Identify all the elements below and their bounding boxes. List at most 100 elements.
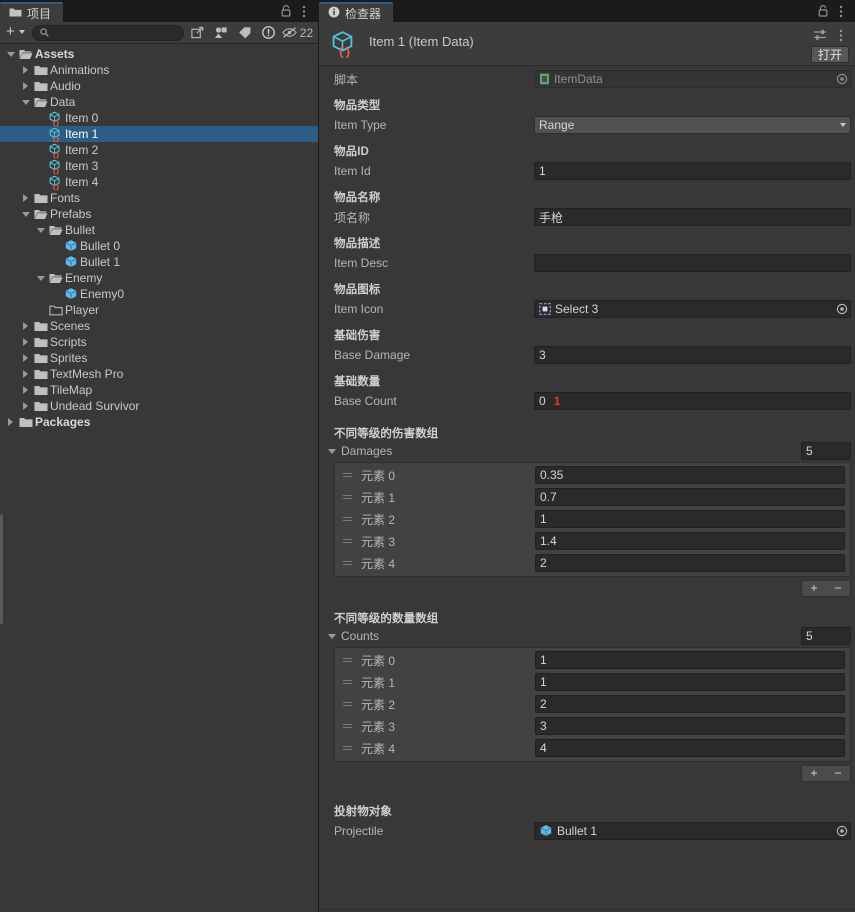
chevron-right-icon[interactable] <box>19 382 32 398</box>
drag-handle-icon[interactable] <box>339 658 355 662</box>
tab-project[interactable]: 项目 <box>0 2 64 23</box>
tree-item-player[interactable]: Player <box>0 302 318 318</box>
warning-filter-icon[interactable] <box>259 24 278 41</box>
tree-item-audio[interactable]: Audio <box>0 78 318 94</box>
create-asset-button[interactable]: + <box>3 24 28 41</box>
tree-item-sprites[interactable]: Sprites <box>0 350 318 366</box>
array-header-damages[interactable]: Damages 5 <box>319 442 855 460</box>
drag-handle-icon[interactable] <box>339 746 355 750</box>
chevron-right-icon[interactable] <box>19 350 32 366</box>
array-remove-button[interactable]: − <box>826 766 850 781</box>
tree-item-undead-survivor[interactable]: Undead Survivor <box>0 398 318 414</box>
object-picker-icon[interactable] <box>833 823 850 839</box>
filter-by-label-icon[interactable] <box>235 24 255 41</box>
array-element-field[interactable]: 1.4 <box>535 532 845 550</box>
search-input[interactable] <box>52 26 195 39</box>
array-list-counts: 元素 0 1 元素 1 1 元素 2 2 元素 3 3 元素 4 4 <box>334 647 851 762</box>
chevron-down-icon[interactable] <box>34 270 47 286</box>
array-add-button[interactable]: + <box>802 766 826 781</box>
drag-handle-icon[interactable] <box>339 680 355 684</box>
tree-item-animations[interactable]: Animations <box>0 62 318 78</box>
array-element-field[interactable]: 2 <box>535 554 845 572</box>
tree-item-item-4[interactable]: Item 4 <box>0 174 318 190</box>
array-element-field[interactable]: 0.35 <box>535 466 845 484</box>
chevron-down-icon[interactable] <box>19 94 32 110</box>
tree-item-enemy0[interactable]: Enemy0 <box>0 286 318 302</box>
array-add-button[interactable]: + <box>802 581 826 596</box>
lock-icon[interactable] <box>815 3 831 19</box>
text-field-项名称[interactable]: 手枪 <box>534 208 851 226</box>
chevron-down-icon[interactable] <box>34 222 47 238</box>
array-element-field[interactable]: 4 <box>535 739 845 757</box>
tab-inspector[interactable]: 检查器 <box>319 2 394 23</box>
kebab-menu-icon[interactable] <box>296 3 312 19</box>
chevron-right-icon[interactable] <box>19 78 32 94</box>
tree-item-fonts[interactable]: Fonts <box>0 190 318 206</box>
array-size-field[interactable]: 5 <box>801 627 851 645</box>
text-field-item-id[interactable]: 1 <box>534 162 851 180</box>
object-field-projectile[interactable]: Bullet 1 <box>534 822 851 840</box>
drag-handle-icon[interactable] <box>339 724 355 728</box>
tree-scrollbar[interactable] <box>0 514 3 624</box>
array-remove-button[interactable]: − <box>826 581 850 596</box>
chevron-down-icon[interactable] <box>19 206 32 222</box>
text-field-item-desc[interactable] <box>534 254 851 272</box>
array-size-field[interactable]: 5 <box>801 442 851 460</box>
tree-item-scripts[interactable]: Scripts <box>0 334 318 350</box>
kebab-menu-icon[interactable] <box>833 3 849 19</box>
tree-item-assets[interactable]: Assets <box>0 46 318 62</box>
chevron-right-icon[interactable] <box>19 366 32 382</box>
kebab-menu-icon[interactable] <box>833 27 849 43</box>
tree-item-item-0[interactable]: Item 0 <box>0 110 318 126</box>
array-element-field[interactable]: 0.7 <box>535 488 845 506</box>
tree-item-scenes[interactable]: Scenes <box>0 318 318 334</box>
text-field-base-damage[interactable]: 3 <box>534 346 851 364</box>
drag-handle-icon[interactable] <box>339 561 355 565</box>
text-field-base-count[interactable]: 0 1 <box>534 392 851 410</box>
open-button[interactable]: 打开 <box>810 46 849 63</box>
chevron-right-icon[interactable] <box>19 318 32 334</box>
array-header-counts[interactable]: Counts 5 <box>319 627 855 645</box>
drag-handle-icon[interactable] <box>339 495 355 499</box>
array-element-field[interactable]: 1 <box>535 651 845 669</box>
chevron-right-icon[interactable] <box>19 398 32 414</box>
array-element-field[interactable]: 3 <box>535 717 845 735</box>
tree-item-item-2[interactable]: Item 2 <box>0 142 318 158</box>
tree-item-prefabs[interactable]: Prefabs <box>0 206 318 222</box>
lock-icon[interactable] <box>278 3 294 19</box>
chevron-down-icon[interactable] <box>4 46 17 62</box>
preset-icon[interactable] <box>812 27 828 43</box>
dropdown-item-type[interactable]: Range <box>534 116 851 134</box>
filter-by-type-icon[interactable] <box>211 24 231 41</box>
project-tree[interactable]: Assets Animations Audio Data Item 0 Item 1 … <box>0 44 318 912</box>
tree-item-enemy[interactable]: Enemy <box>0 270 318 286</box>
chevron-right-icon[interactable] <box>19 62 32 78</box>
tree-item-item-3[interactable]: Item 3 <box>0 158 318 174</box>
tree-item-bullet-1[interactable]: Bullet 1 <box>0 254 318 270</box>
chevron-right-icon[interactable] <box>19 334 32 350</box>
chevron-down-icon[interactable] <box>325 443 338 459</box>
tree-item-packages[interactable]: Packages <box>0 414 318 430</box>
drag-handle-icon[interactable] <box>339 702 355 706</box>
array-label: Damages <box>341 444 393 458</box>
array-element-field[interactable]: 2 <box>535 695 845 713</box>
object-field-item-icon[interactable]: Select 3 <box>534 300 851 318</box>
array-element-field[interactable]: 1 <box>535 510 845 528</box>
search-box[interactable] <box>31 24 195 41</box>
chevron-right-icon[interactable] <box>19 190 32 206</box>
tree-item-textmesh-pro[interactable]: TextMesh Pro <box>0 366 318 382</box>
object-picker-icon[interactable] <box>833 301 850 317</box>
tree-item-bullet-0[interactable]: Bullet 0 <box>0 238 318 254</box>
tree-item-data[interactable]: Data <box>0 94 318 110</box>
tree-item-tilemap[interactable]: TileMap <box>0 382 318 398</box>
chevron-down-icon[interactable] <box>325 628 338 644</box>
array-element-field[interactable]: 1 <box>535 673 845 691</box>
drag-handle-icon[interactable] <box>339 517 355 521</box>
drag-handle-icon[interactable] <box>339 473 355 477</box>
open-in-new-window-icon[interactable] <box>188 24 207 41</box>
chevron-right-icon[interactable] <box>4 414 17 430</box>
drag-handle-icon[interactable] <box>339 539 355 543</box>
hidden-items-indicator[interactable]: 22 <box>282 26 316 40</box>
tree-item-bullet[interactable]: Bullet <box>0 222 318 238</box>
tree-item-item-1[interactable]: Item 1 <box>0 126 318 142</box>
